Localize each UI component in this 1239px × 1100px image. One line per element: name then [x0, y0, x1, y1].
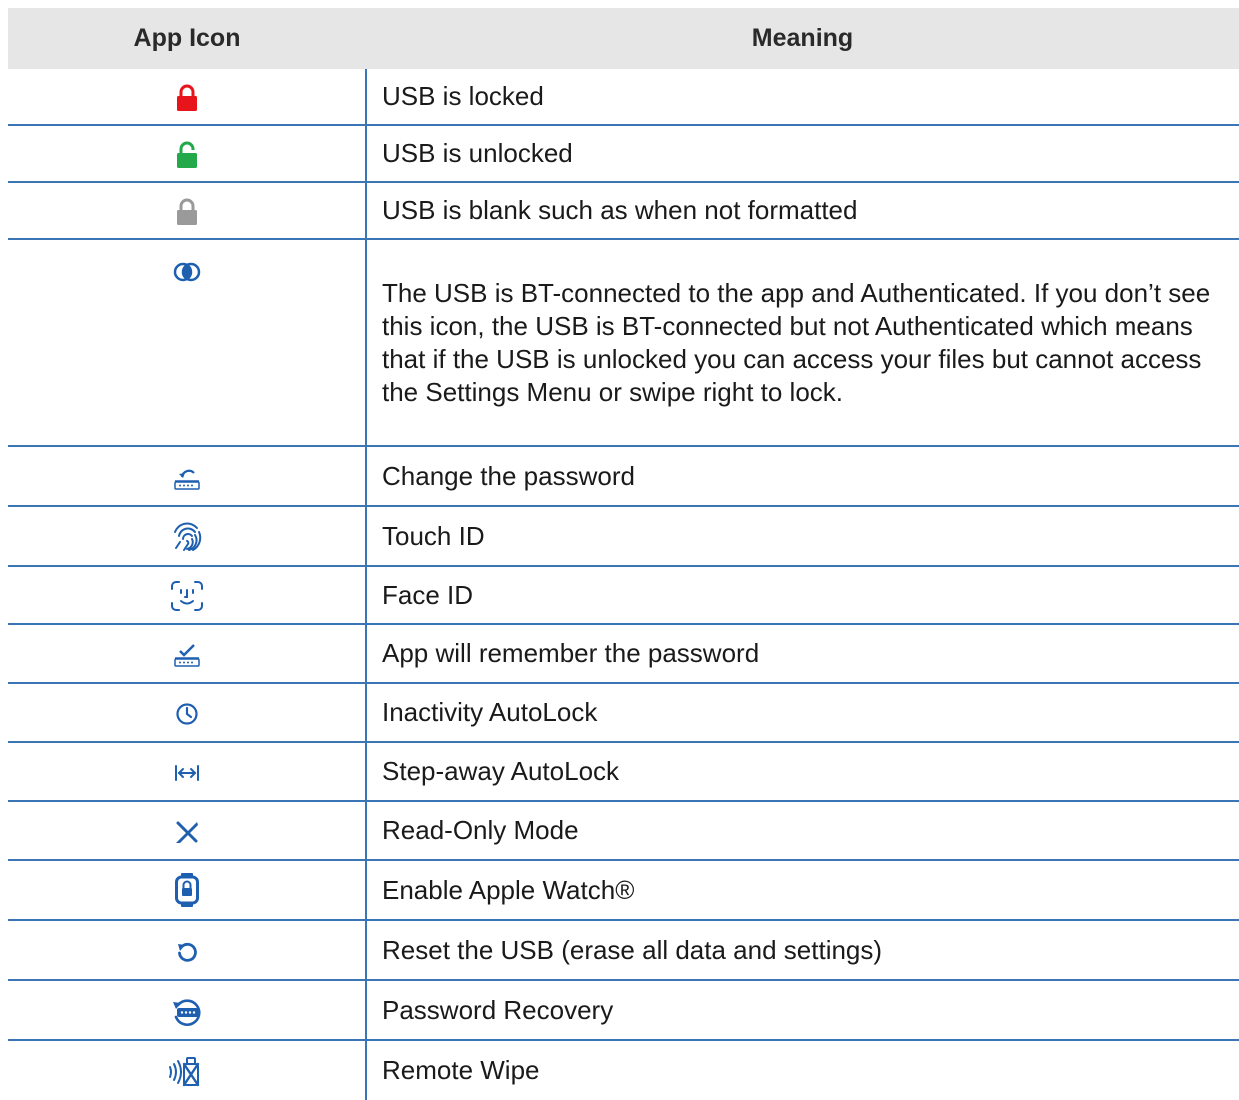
change-password-icon — [173, 466, 200, 490]
table-row: Remote Wipe — [8, 1040, 1239, 1100]
reset-icon — [175, 940, 199, 964]
lock-locked-icon — [176, 84, 198, 112]
row-meaning: Face ID — [366, 566, 1239, 625]
row-meaning: Password Recovery — [366, 980, 1239, 1041]
page: App Icon Meaning USB is locked USB is un… — [0, 0, 1239, 1100]
table-row: Enable Apple Watch® — [8, 860, 1239, 921]
step-away-icon — [174, 764, 200, 782]
table-row: Password Recovery — [8, 980, 1239, 1041]
row-meaning: App will remember the password — [366, 624, 1239, 684]
clock-icon — [175, 702, 199, 726]
table-row: Touch ID — [8, 506, 1239, 567]
row-meaning: Read-Only Mode — [366, 801, 1239, 861]
authenticated-icon — [173, 262, 201, 282]
table-row: Reset the USB (erase all data and settin… — [8, 920, 1239, 981]
table-row: Read-Only Mode — [8, 801, 1239, 861]
table-row: Change the password — [8, 446, 1239, 507]
app-icon-table: App Icon Meaning USB is locked USB is un… — [8, 8, 1239, 1100]
row-meaning: Change the password — [366, 446, 1239, 507]
row-meaning: Step-away AutoLock — [366, 742, 1239, 802]
remember-password-icon — [173, 643, 200, 667]
table-row: Step-away AutoLock — [8, 742, 1239, 802]
remote-wipe-icon — [167, 1057, 207, 1087]
header-meaning: Meaning — [366, 8, 1239, 69]
table-row: USB is locked — [8, 69, 1239, 126]
face-id-icon — [170, 580, 204, 612]
row-meaning: The USB is BT-connected to the app and A… — [366, 239, 1239, 447]
lock-unlocked-icon — [176, 141, 198, 169]
table-row: App will remember the password — [8, 624, 1239, 684]
row-meaning: USB is unlocked — [366, 125, 1239, 183]
row-meaning: Inactivity AutoLock — [366, 683, 1239, 743]
fingerprint-icon — [171, 520, 203, 554]
table-row: USB is blank such as when not formatted — [8, 182, 1239, 240]
table-row: Face ID — [8, 566, 1239, 625]
apple-watch-icon — [174, 872, 199, 908]
row-meaning: Reset the USB (erase all data and settin… — [366, 920, 1239, 981]
table-row: USB is unlocked — [8, 125, 1239, 183]
row-meaning: Enable Apple Watch® — [366, 860, 1239, 921]
lock-blank-icon — [176, 198, 198, 226]
table-row: Inactivity AutoLock — [8, 683, 1239, 743]
table-header: App Icon Meaning — [8, 8, 1239, 69]
row-meaning: Remote Wipe — [382, 1055, 540, 1085]
header-app-icon: App Icon — [8, 8, 366, 69]
password-recovery-icon — [171, 997, 203, 1027]
row-meaning: USB is blank such as when not formatted — [366, 182, 1239, 240]
row-meaning: USB is locked — [366, 69, 1239, 126]
read-only-icon — [174, 819, 200, 845]
row-meaning: Touch ID — [366, 506, 1239, 567]
table-row: The USB is BT-connected to the app and A… — [8, 239, 1239, 447]
